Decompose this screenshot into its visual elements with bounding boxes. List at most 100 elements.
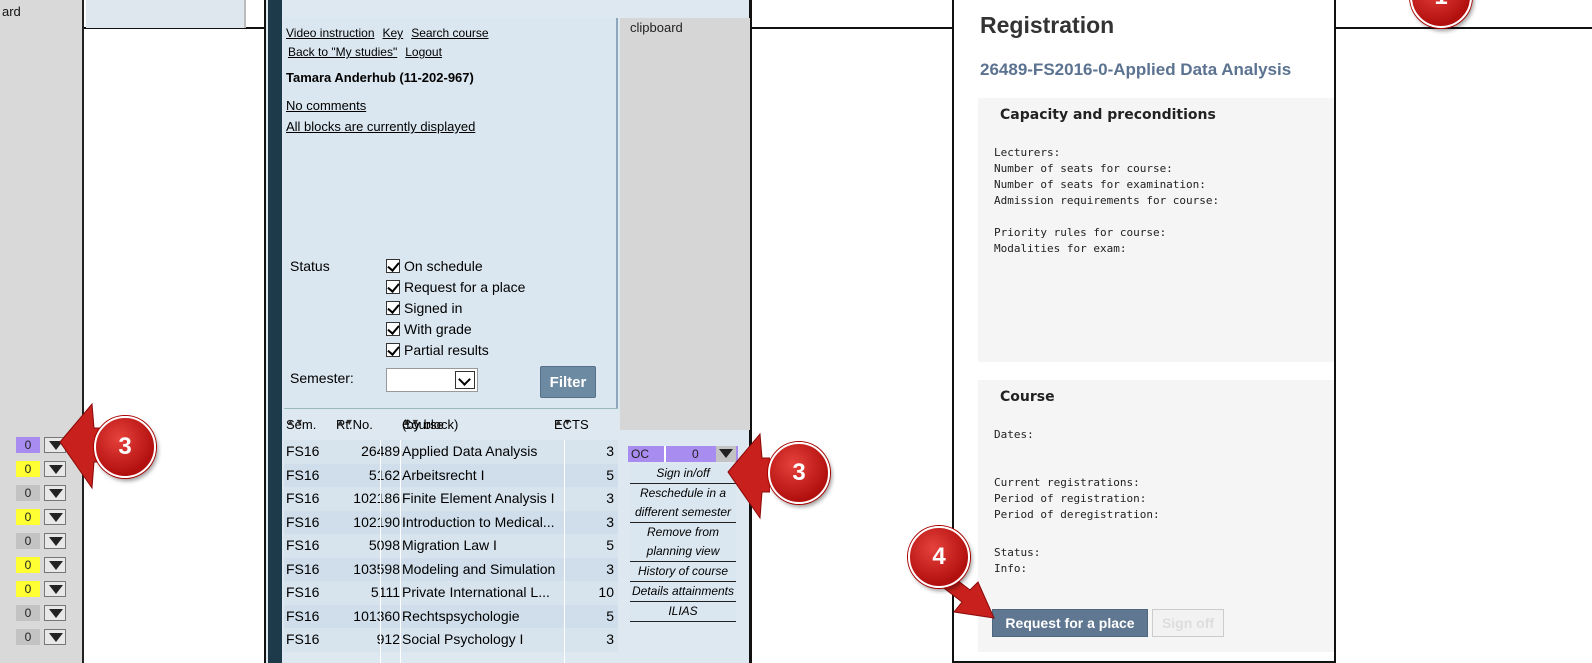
cell-ects: 3: [606, 443, 614, 459]
field-seats-exam: Number of seats for examination:: [994, 178, 1206, 191]
dropdown-arrow-icon[interactable]: [44, 557, 66, 573]
field-seats-course: Number of seats for course:: [994, 162, 1173, 175]
cell-ects: 5: [606, 537, 614, 553]
dropdown-arrow-icon[interactable]: [44, 533, 66, 549]
sort-icon[interactable]: ▲: [554, 417, 563, 427]
sort-icon[interactable]: ▲▼: [286, 417, 304, 427]
left-row-count: 0: [16, 581, 40, 597]
field-info: Info:: [994, 562, 1028, 575]
table-row[interactable]: FS16 912 Social Psychology I 3: [284, 628, 618, 652]
table-row[interactable]: FS16 102186 Finite Element Analysis I 3: [284, 487, 618, 511]
cell-course: Social Psychology I: [402, 631, 524, 647]
context-menu-item[interactable]: Sign in/off: [630, 464, 736, 484]
left-row-count: 0: [16, 605, 40, 621]
table-row[interactable]: FS16 5098 Migration Law I 5: [284, 534, 618, 558]
sign-off-button[interactable]: Sign off: [1152, 609, 1224, 637]
cell-course: Migration Law I: [402, 537, 497, 553]
dropdown-arrow-icon[interactable]: [44, 509, 66, 525]
capacity-heading: Capacity and preconditions: [1000, 107, 1216, 123]
dropdown-arrow-icon[interactable]: [44, 581, 66, 597]
left-status-row: 0: [0, 579, 84, 599]
request-place-button[interactable]: Request for a place: [992, 609, 1148, 637]
no-comments-link[interactable]: No comments: [286, 98, 366, 113]
field-period-registration: Period of registration:: [994, 492, 1147, 505]
checkbox-checked[interactable]: [386, 259, 400, 273]
oc-status-bar[interactable]: OC 0: [628, 446, 738, 462]
semester-label: Semester:: [290, 370, 354, 386]
column-separator: [400, 440, 401, 663]
status-option-label: Partial results: [404, 342, 489, 358]
context-menu-item[interactable]: History of course: [630, 562, 736, 582]
context-menu-item[interactable]: Remove from planning view: [630, 523, 736, 562]
semester-select[interactable]: [386, 368, 478, 392]
field-current-registrations: Current registrations:: [994, 476, 1140, 489]
column-separator: [380, 440, 381, 663]
cell-rtno: 912: [376, 631, 400, 647]
left-status-row: 0: [0, 531, 84, 551]
clipboard-label-fragment: ard: [2, 4, 21, 19]
cell-semester: FS16: [286, 490, 320, 506]
left-status-row: 0: [0, 627, 84, 647]
step-badge-1: 1: [1410, 0, 1472, 28]
status-option-signed-in[interactable]: Signed in: [386, 300, 462, 316]
oc-label: OC: [631, 447, 649, 461]
checkbox-checked[interactable]: [386, 343, 400, 357]
filter-button[interactable]: Filter: [540, 366, 596, 398]
cell-course: Private International L...: [402, 584, 550, 600]
table-row[interactable]: FS1626489Applied Data Analysis 3: [284, 440, 618, 464]
left-row-count: 0: [16, 437, 40, 453]
dropdown-arrow-icon[interactable]: [44, 605, 66, 621]
left-row-count: 0: [16, 509, 40, 525]
dropdown-arrow-icon[interactable]: [44, 629, 66, 645]
chevron-down-icon[interactable]: [455, 371, 475, 389]
context-menu-item[interactable]: ILIAS: [630, 602, 736, 622]
video-instruction-link[interactable]: Video instruction: [286, 26, 375, 40]
course-table-header: Sem. ▲▼ Rt.No. ▲▼ Course ▲▼ (by block) ▲▼ EC…: [284, 408, 618, 432]
table-row[interactable]: FS16 101360 Rechtspsychologie 5: [284, 604, 618, 628]
cell-ects: 3: [606, 490, 614, 506]
panel-scroll-strip[interactable]: [268, 0, 282, 663]
checkbox-checked[interactable]: [386, 322, 400, 336]
context-menu-item[interactable]: Reschedule in a different semester: [630, 484, 736, 523]
clipboard-area[interactable]: clipboard: [620, 18, 750, 430]
table-row[interactable]: FS16 5111 Private International L... 10: [284, 581, 618, 605]
table-row[interactable]: FS16 103598 Modeling and Simulation 3: [284, 557, 618, 581]
search-course-link[interactable]: Search course: [411, 26, 488, 40]
table-row[interactable]: FS16 5162 Arbeitsrecht I 5: [284, 463, 618, 487]
left-row-count: 0: [16, 629, 40, 645]
study-planning-panel: Video instruction Key Search course Back…: [264, 0, 752, 663]
field-lecturers: Lecturers:: [994, 146, 1061, 159]
cell-course: Applied Data Analysis: [402, 443, 538, 459]
oc-count: 0: [692, 447, 699, 461]
table-row[interactable]: FS16 102190 Introduction to Medical... 3: [284, 510, 618, 534]
checkbox-checked[interactable]: [386, 280, 400, 294]
logout-link[interactable]: Logout: [405, 45, 442, 59]
cell-semester: FS16: [286, 537, 320, 553]
all-blocks-link[interactable]: All blocks are currently displayed: [286, 119, 475, 134]
sort-icon[interactable]: ▲▼: [336, 417, 354, 427]
top-links-row: Video instruction Key Search course: [286, 26, 489, 40]
context-menu-item[interactable]: Details attainments: [630, 582, 736, 602]
left-row-count: 0: [16, 557, 40, 573]
back-to-my-studies-link[interactable]: Back to "My studies": [288, 45, 397, 59]
status-option-with-grade[interactable]: With grade: [386, 321, 472, 337]
registration-panel: Registration 26489-FS2016-0-Applied Data…: [952, 0, 1336, 663]
left-cropped-panel: ard 0 0 0 0 0 0 0 0 0: [0, 0, 84, 663]
field-period-deregistration: Period of deregistration:: [994, 508, 1160, 521]
checkbox-checked[interactable]: [386, 301, 400, 315]
status-option-on-schedule[interactable]: On schedule: [386, 258, 483, 274]
cell-rtno: 103598: [353, 560, 400, 577]
left-top-strip: [86, 0, 246, 28]
status-option-request[interactable]: Request for a place: [386, 279, 525, 295]
cell-ects: 10: [598, 584, 614, 600]
cell-semester: FS16: [286, 584, 320, 600]
status-option-partial[interactable]: Partial results: [386, 342, 489, 358]
info-area: Video instruction Key Search course Back…: [284, 18, 618, 430]
divider-line: [1336, 27, 1592, 29]
key-link[interactable]: Key: [383, 26, 404, 40]
cell-ects: 5: [606, 607, 614, 624]
course-table-body: FS1626489Applied Data Analysis3FS165162A…: [284, 440, 618, 652]
cell-semester: FS16: [286, 560, 320, 577]
cell-semester: FS16: [286, 513, 320, 530]
cell-rtno: 102186: [353, 490, 400, 506]
